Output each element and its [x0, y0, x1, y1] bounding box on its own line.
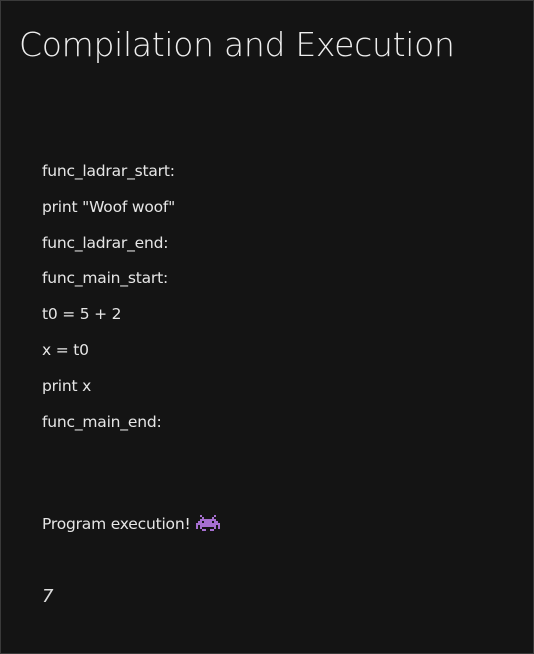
program-output: 7: [42, 586, 54, 607]
execution-message: Program execution!: [42, 515, 221, 533]
code-line: func_ladrar_end:: [42, 233, 169, 252]
code-listing: func_ladrar_start: print "Woof woof" fun…: [42, 159, 175, 445]
code-line: print "Woof woof": [42, 197, 176, 216]
code-line: func_main_end:: [42, 412, 162, 431]
code-line: t0 = 5 + 2: [42, 305, 122, 324]
code-line: print x: [42, 376, 92, 395]
code-line: x = t0: [42, 340, 89, 359]
slide-frame: Compilation and Execution func_ladrar_st…: [0, 0, 534, 654]
alien-monster-icon: [196, 515, 221, 533]
page-title: Compilation and Execution: [19, 25, 455, 64]
code-line: func_ladrar_start:: [42, 162, 175, 180]
code-line: func_main_start:: [42, 269, 168, 288]
execution-message-text: Program execution!: [42, 515, 191, 533]
